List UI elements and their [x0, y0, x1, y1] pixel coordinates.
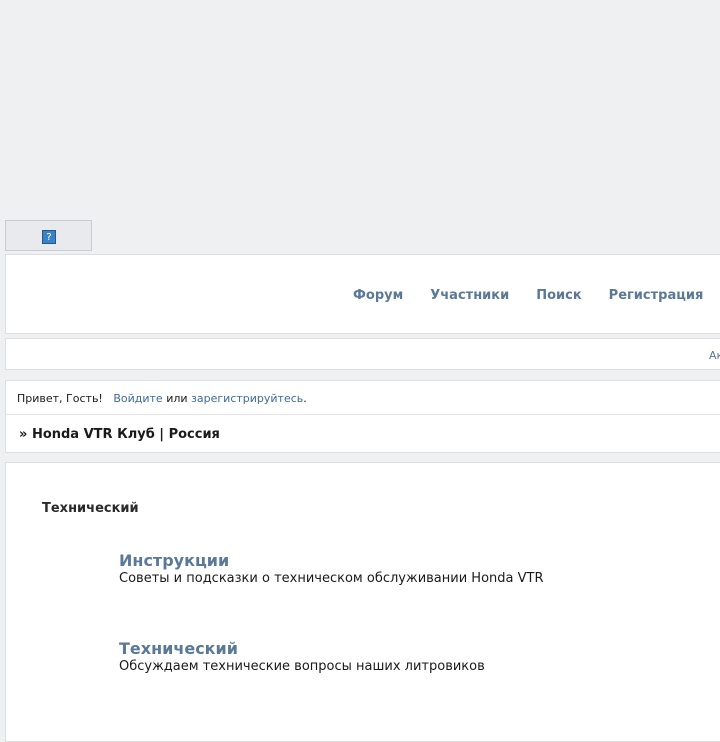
welcome-panel: Привет, Гость! Войдите или зарегистрируй…: [5, 380, 720, 453]
board-name-link[interactable]: Технический: [119, 639, 485, 659]
welcome-message: Привет, Гость! Войдите или зарегистрируй…: [17, 392, 307, 405]
greeting-text: Привет, Гость!: [17, 392, 103, 405]
board-name-link[interactable]: Инструкции: [119, 551, 544, 571]
nav-item-forum[interactable]: Форум: [353, 288, 403, 303]
board-item: Инструкции Советы и подсказки о техничес…: [119, 551, 544, 587]
board-item: Технический Обсуждаем технические вопрос…: [119, 639, 485, 675]
breadcrumb-home-link[interactable]: Honda VTR Клуб | Россия: [32, 427, 220, 442]
nav-item-search[interactable]: Поиск: [536, 288, 581, 303]
nav-menu: Форум Участники Поиск Регистрация Вх: [353, 288, 720, 303]
info-bar-link[interactable]: Ак: [709, 349, 720, 362]
site-logo[interactable]: ?: [5, 220, 92, 251]
broken-image-icon: ?: [42, 230, 56, 244]
category-title: Технический: [42, 501, 139, 516]
board-description: Обсуждаем технические вопросы наших литр…: [119, 659, 485, 674]
board-index: Технический Инструкции Советы и подсказк…: [5, 462, 720, 742]
main-navigation: Форум Участники Поиск Регистрация Вх: [5, 254, 720, 334]
breadcrumb: » Honda VTR Клуб | Россия: [19, 427, 220, 442]
nav-item-members[interactable]: Участники: [430, 288, 509, 303]
register-link[interactable]: зарегистрируйтесь: [191, 392, 303, 405]
divider: [6, 414, 720, 415]
login-link[interactable]: Войдите: [113, 392, 162, 405]
board-description: Советы и подсказки о техническом обслужи…: [119, 571, 544, 586]
or-text: или: [166, 392, 188, 405]
welcome-end: .: [303, 392, 307, 405]
nav-item-register[interactable]: Регистрация: [609, 288, 704, 303]
breadcrumb-separator: »: [19, 427, 28, 442]
info-bar: Ак: [5, 338, 720, 370]
